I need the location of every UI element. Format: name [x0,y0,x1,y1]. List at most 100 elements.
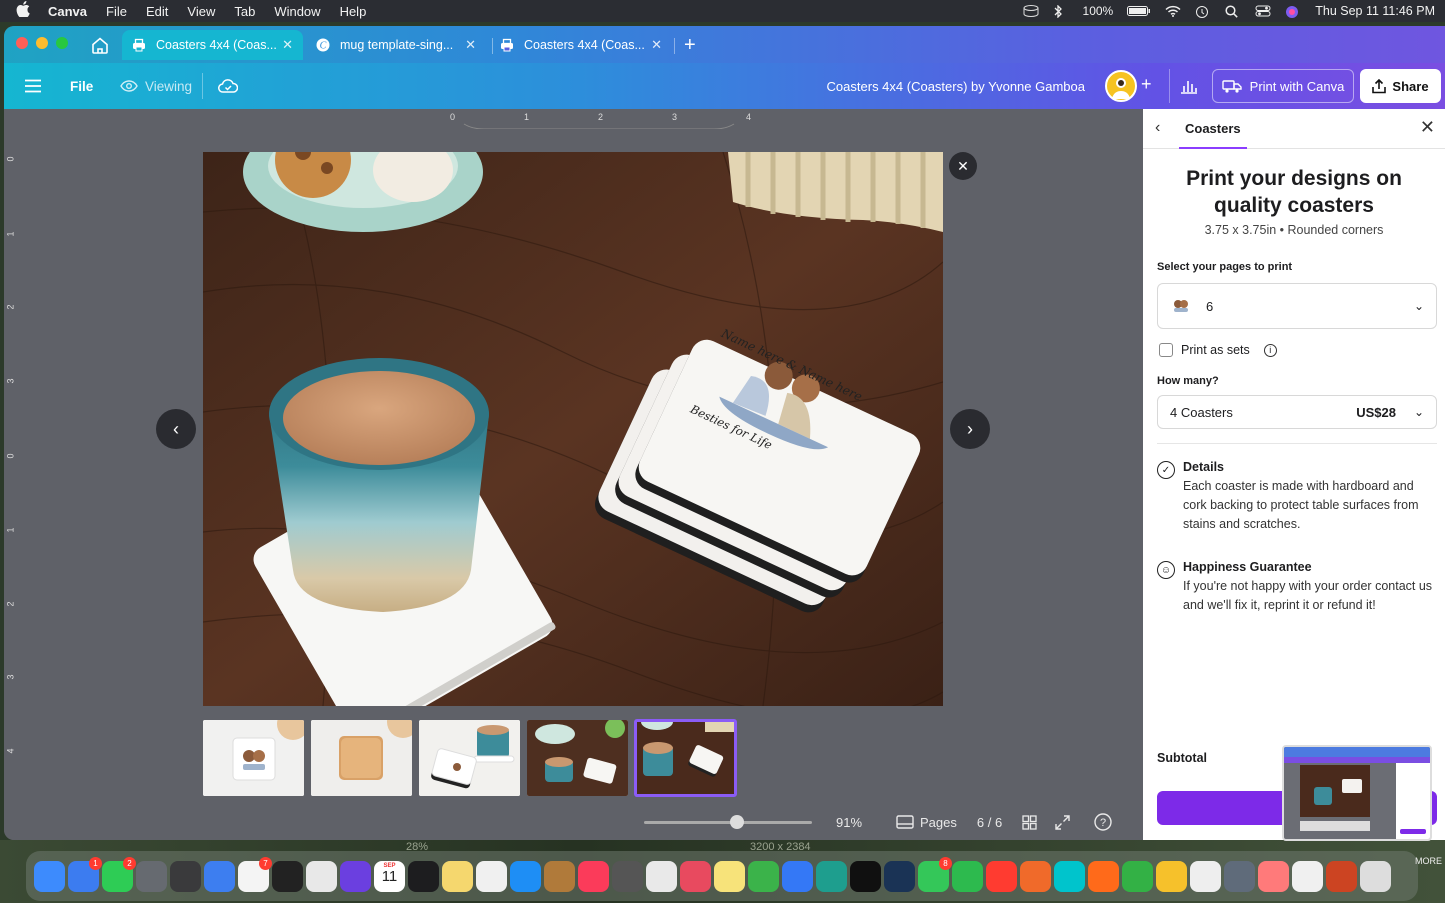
control-center-icon[interactable] [1255,5,1271,17]
spotlight-icon[interactable] [1225,5,1241,18]
minimize-window-button[interactable] [36,37,48,49]
dock-mail-icon[interactable]: 1 [68,856,102,892]
dock-trash-icon[interactable] [1360,860,1391,892]
bluetooth-icon[interactable] [1053,4,1069,19]
panel-tab-coasters[interactable]: Coasters [1179,109,1247,149]
dock-photo-booth-icon[interactable] [612,860,643,892]
menu-help[interactable]: Help [340,4,367,19]
file-menu-button[interactable]: File [70,63,93,109]
user-avatar[interactable] [1105,70,1137,102]
apple-menu-icon[interactable] [16,1,34,21]
dock-firefox-icon[interactable] [1088,860,1119,892]
dock-imovie-icon[interactable] [340,860,371,892]
dock-calendar-icon[interactable]: SEP 11 [374,860,405,892]
siri-icon[interactable] [1285,5,1301,18]
dock-barcode-icon[interactable] [816,860,847,892]
dock-font-book-icon[interactable] [646,860,677,892]
wifi-icon[interactable] [1165,5,1181,17]
help-icon[interactable]: ? [1094,813,1112,831]
time-machine-icon[interactable] [1195,5,1211,18]
dock-system-settings-icon[interactable] [136,860,167,892]
dock-calculator-icon[interactable] [170,860,201,892]
info-icon[interactable]: i [1263,343,1277,357]
dock-findmy-icon[interactable] [952,860,983,892]
dock-music-icon[interactable] [578,860,609,892]
back-chevron-icon[interactable]: ‹ [1155,119,1160,137]
close-tab-icon[interactable]: ✕ [282,37,293,53]
close-tab-icon[interactable]: ✕ [651,37,662,53]
dock-news-icon[interactable] [986,860,1017,892]
add-collaborator-icon[interactable]: + [1141,74,1152,95]
dock-cricut-icon[interactable] [748,860,779,892]
menu-view[interactable]: View [187,4,215,19]
dock-clock-icon[interactable] [272,860,303,892]
tab-mug-template[interactable]: C mug template-sing... ✕ [306,30,486,60]
thumbnail-5-selected[interactable] [634,719,737,797]
close-window-button[interactable] [16,37,28,49]
menubar-clock[interactable]: Thu Sep 11 11:46 PM [1315,4,1435,18]
document-title[interactable]: Coasters 4x4 (Coasters) by Yvonne Gamboa [827,63,1085,109]
menu-edit[interactable]: Edit [146,4,168,19]
pages-icon[interactable] [896,815,914,829]
thumbnail-3[interactable] [419,720,520,796]
dock-terminal-icon[interactable] [884,860,915,892]
menu-file[interactable]: File [106,4,127,19]
battery-icon[interactable] [1127,5,1151,17]
viewing-mode-button[interactable]: Viewing [120,63,192,109]
zoom-level[interactable]: 91% [836,815,886,830]
thumbnail-2[interactable] [311,720,412,796]
cloud-saved-icon[interactable] [202,73,238,99]
close-tab-icon[interactable]: ✕ [465,37,476,53]
dock-app-store-icon[interactable] [510,860,541,892]
next-image-button[interactable]: › [950,409,990,449]
print-as-sets-checkbox[interactable] [1159,343,1173,357]
dock-chrome-icon[interactable] [1190,860,1221,892]
dock-quicktime-icon[interactable] [408,860,439,892]
storage-icon[interactable] [1023,5,1039,18]
tab-coasters-1[interactable]: Coasters 4x4 (Coas... ✕ [122,30,303,60]
screenshot-thumbnail[interactable] [1282,745,1432,841]
fullscreen-icon[interactable] [1055,814,1070,830]
home-icon[interactable] [90,35,110,55]
close-preview-button[interactable]: ✕ [949,152,977,180]
grid-view-icon[interactable] [1022,814,1037,830]
hamburger-menu-icon[interactable] [24,63,42,109]
menu-window[interactable]: Window [274,4,320,19]
zoom-window-button[interactable] [56,37,68,49]
dock-amphetamine-icon[interactable] [1156,860,1187,892]
menu-app-name[interactable]: Canva [48,4,87,19]
dock-facetime-icon[interactable]: 2 [102,856,136,892]
print-with-canva-button[interactable]: Print with Canva [1212,69,1354,103]
pages-select[interactable]: 6 ⌄ [1157,283,1437,329]
dock-preview-icon[interactable] [204,860,235,892]
dock-numbers-icon[interactable] [1122,860,1153,892]
zoom-slider-handle[interactable] [730,814,744,829]
dock-finder-icon[interactable] [34,860,65,892]
new-tab-icon[interactable]: + [684,34,696,57]
thumbnail-1[interactable] [203,720,304,796]
dock-money-icon[interactable] [544,860,575,892]
share-button[interactable]: Share [1360,69,1441,103]
dock-stickies-icon[interactable] [714,860,745,892]
menu-tab[interactable]: Tab [234,4,255,19]
dock-reminders-icon[interactable]: 7 [238,856,272,892]
dock-launchpad-icon[interactable] [306,860,337,892]
pages-button[interactable]: Pages [920,815,957,830]
dock-paint-icon[interactable] [1292,860,1323,892]
dock-mosaic-icon[interactable] [1326,860,1357,892]
dock-screenshot-icon[interactable] [1224,860,1255,892]
dock-messages-icon[interactable]: 8 [918,856,952,892]
analytics-icon[interactable] [1169,69,1208,103]
dock-photos-icon[interactable] [1258,860,1289,892]
zoom-slider[interactable] [644,814,812,829]
dock-pdf-icon[interactable] [680,860,711,892]
tab-coasters-2[interactable]: Coasters 4x4 (Coas... ✕ [490,30,672,60]
dock-canva-icon[interactable] [1054,860,1085,892]
dock-screen-icon[interactable] [850,860,881,892]
dock-notes-icon[interactable] [442,860,473,892]
thumbnail-4[interactable] [527,720,628,796]
dock-canva-sketch-icon[interactable] [1020,860,1051,892]
dock-keynote-icon[interactable] [476,860,507,892]
close-panel-icon[interactable]: ✕ [1420,117,1435,138]
dock-safari-icon[interactable] [782,860,813,892]
